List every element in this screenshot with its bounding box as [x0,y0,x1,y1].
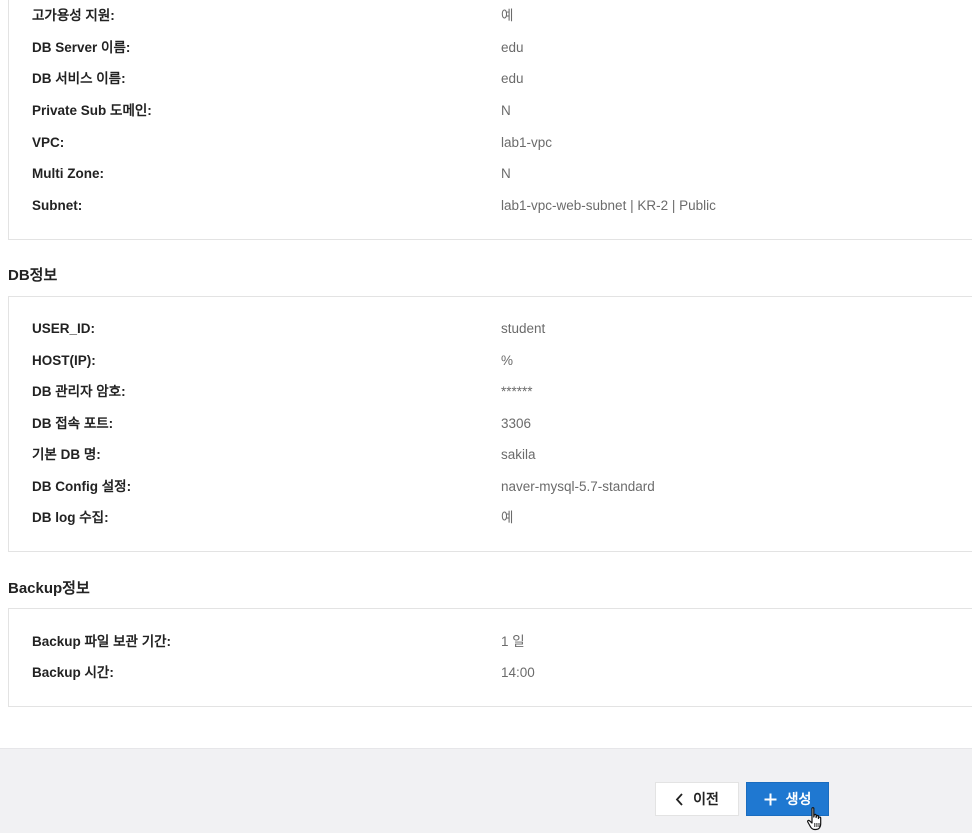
info-label: USER_ID: [32,321,96,336]
info-row-db-service-name: DB 서비스 이름: edu [9,69,972,89]
info-value: edu [501,71,524,86]
db-info-title: DB정보 [8,267,58,284]
info-label: DB log 수집: [32,510,109,525]
info-row-user-id: USER_ID: student [9,319,972,339]
hand-cursor-icon [807,807,822,831]
info-label: DB Config 설정: [32,479,132,494]
info-label: DB Server 이름: [32,40,131,55]
backup-info-panel: Backup 파일 보관 기간: 1 일 Backup 시간: 14:00 [8,608,972,707]
info-value: N [501,103,511,118]
info-value: 14:00 [501,665,535,680]
info-row-backup-time: Backup 시간: 14:00 [9,663,972,683]
info-label: DB 서비스 이름: [32,71,126,86]
info-value: ****** [501,384,533,399]
db-info-panel: USER_ID: student HOST(IP): % DB 관리자 암호: … [8,296,972,552]
info-row-db-log: DB log 수집: 예 [9,508,972,528]
info-label: VPC: [32,135,65,150]
info-value: 1 일 [501,634,525,649]
plus-icon [764,793,777,806]
info-label: Subnet: [32,198,83,213]
prev-button[interactable]: 이전 [655,782,739,816]
info-label: DB 접속 포트: [32,416,114,431]
info-row-port: DB 접속 포트: 3306 [9,414,972,434]
info-value: 3306 [501,416,532,431]
info-label: HOST(IP): [32,353,96,368]
info-value: N [501,166,511,181]
info-value: 예 [501,8,514,23]
info-value: student [501,321,546,336]
server-info-panel: 고가용성 지원: 예 DB Server 이름: edu DB 서비스 이름: … [8,0,972,240]
info-row-multi-zone: Multi Zone: N [9,164,972,184]
prev-button-label: 이전 [693,791,719,807]
info-row-default-db: 기본 DB 명: sakila [9,445,972,465]
info-value: 예 [501,510,514,525]
info-value: naver-mysql-5.7-standard [501,479,655,494]
info-row-db-server-name: DB Server 이름: edu [9,38,972,58]
info-value: sakila [501,447,536,462]
info-label: Backup 시간: [32,665,114,680]
backup-info-title: Backup정보 [8,580,90,597]
info-label: Private Sub 도메인: [32,103,152,118]
info-value: lab1-vpc [501,135,553,150]
info-row-host: HOST(IP): % [9,351,972,371]
info-label: 고가용성 지원: [32,8,115,23]
info-value: edu [501,40,524,55]
info-row-private-sub-domain: Private Sub 도메인: N [9,101,972,121]
info-row-admin-password: DB 관리자 암호: ****** [9,382,972,402]
info-label: Multi Zone: [32,166,104,181]
info-row-ha: 고가용성 지원: 예 [9,6,972,26]
chevron-left-icon [675,792,684,806]
info-row-subnet: Subnet: lab1-vpc-web-subnet | KR-2 | Pub… [9,196,972,216]
info-row-backup-retention: Backup 파일 보관 기간: 1 일 [9,632,972,652]
info-row-vpc: VPC: lab1-vpc [9,133,972,153]
footer-action-bar: 이전 생성 [0,748,972,833]
info-value: % [501,353,514,368]
info-label: 기본 DB 명: [32,447,101,462]
info-label: Backup 파일 보관 기간: [32,634,172,649]
info-row-db-config: DB Config 설정: naver-mysql-5.7-standard [9,477,972,497]
info-label: DB 관리자 암호: [32,384,126,399]
info-value: lab1-vpc-web-subnet | KR-2 | Public [501,198,716,213]
